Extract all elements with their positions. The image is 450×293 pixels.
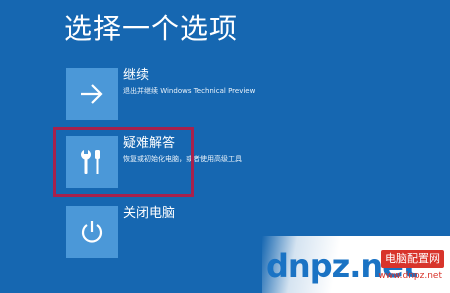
watermark-url: www.dnpz.net <box>378 271 442 281</box>
continue-tile[interactable] <box>66 68 118 120</box>
page-title: 选择一个选项 <box>64 12 239 45</box>
continue-title: 继续 <box>123 68 150 83</box>
continue-description: 退出并继续 Windows Technical Preview <box>123 87 256 95</box>
arrow-right-icon <box>81 84 103 104</box>
watermark: dnpz.net 电脑配置网 www.dnpz.net <box>262 236 450 293</box>
shutdown-option[interactable]: 关闭电脑 <box>66 206 256 258</box>
shutdown-tile[interactable] <box>66 206 118 258</box>
shutdown-title: 关闭电脑 <box>123 206 176 221</box>
watermark-site-name: 电脑配置网 <box>381 250 444 268</box>
power-icon <box>81 221 103 243</box>
continue-option[interactable]: 继续 退出并继续 Windows Technical Preview <box>66 68 256 120</box>
troubleshoot-highlight-box <box>53 127 194 197</box>
